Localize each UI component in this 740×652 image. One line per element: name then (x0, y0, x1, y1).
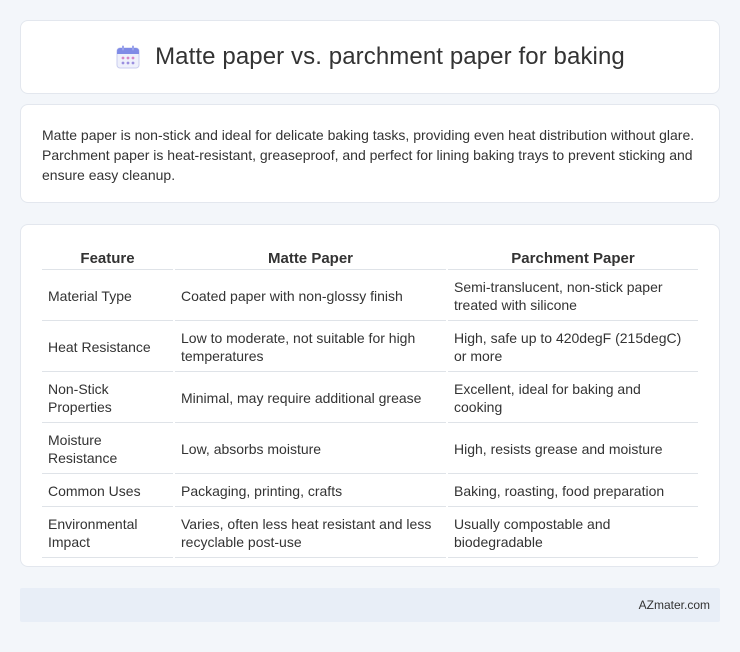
table-row: Non-Stick Properties Minimal, may requir… (42, 374, 698, 423)
matte-paper-cell: Coated paper with non-glossy finish (175, 272, 446, 321)
feature-cell: Moisture Resistance (42, 425, 173, 474)
page-title: Matte paper vs. parchment paper for baki… (155, 43, 625, 70)
feature-cell: Non-Stick Properties (42, 374, 173, 423)
column-header-feature: Feature (42, 247, 173, 270)
matte-paper-cell: Varies, often less heat resistant and le… (175, 509, 446, 558)
table-row: Environmental Impact Varies, often less … (42, 509, 698, 558)
intro-card: Matte paper is non-stick and ideal for d… (20, 104, 720, 203)
table-row: Common Uses Packaging, printing, crafts … (42, 476, 698, 507)
comparison-card: Feature Matte Paper Parchment Paper Mate… (20, 224, 720, 567)
column-header-matte-paper: Matte Paper (175, 247, 446, 270)
title-card: Matte paper vs. parchment paper for baki… (20, 20, 720, 94)
parchment-paper-cell: Baking, roasting, food preparation (448, 476, 698, 507)
feature-cell: Heat Resistance (42, 323, 173, 372)
table-header-row: Feature Matte Paper Parchment Paper (42, 247, 698, 270)
title-wrap: Matte paper vs. parchment paper for baki… (115, 43, 625, 71)
calendar-icon (116, 45, 140, 69)
parchment-paper-cell: High, safe up to 420degF (215degC) or mo… (448, 323, 698, 372)
footer-bar: AZmater.com (20, 588, 720, 622)
feature-cell: Material Type (42, 272, 173, 321)
footer-site-link[interactable]: AZmater.com (639, 598, 710, 612)
table-row: Heat Resistance Low to moderate, not sui… (42, 323, 698, 372)
matte-paper-cell: Low to moderate, not suitable for high t… (175, 323, 446, 372)
matte-paper-cell: Low, absorbs moisture (175, 425, 446, 474)
table-row: Material Type Coated paper with non-glos… (42, 272, 698, 321)
parchment-paper-cell: Usually compostable and biodegradable (448, 509, 698, 558)
feature-cell: Common Uses (42, 476, 173, 507)
matte-paper-cell: Packaging, printing, crafts (175, 476, 446, 507)
parchment-paper-cell: Excellent, ideal for baking and cooking (448, 374, 698, 423)
comparison-table: Feature Matte Paper Parchment Paper Mate… (40, 245, 700, 560)
parchment-paper-cell: High, resists grease and moisture (448, 425, 698, 474)
column-header-parchment-paper: Parchment Paper (448, 247, 698, 270)
intro-text: Matte paper is non-stick and ideal for d… (42, 127, 695, 183)
matte-paper-cell: Minimal, may require additional grease (175, 374, 446, 423)
feature-cell: Environmental Impact (42, 509, 173, 558)
parchment-paper-cell: Semi-translucent, non-stick paper treate… (448, 272, 698, 321)
table-row: Moisture Resistance Low, absorbs moistur… (42, 425, 698, 474)
